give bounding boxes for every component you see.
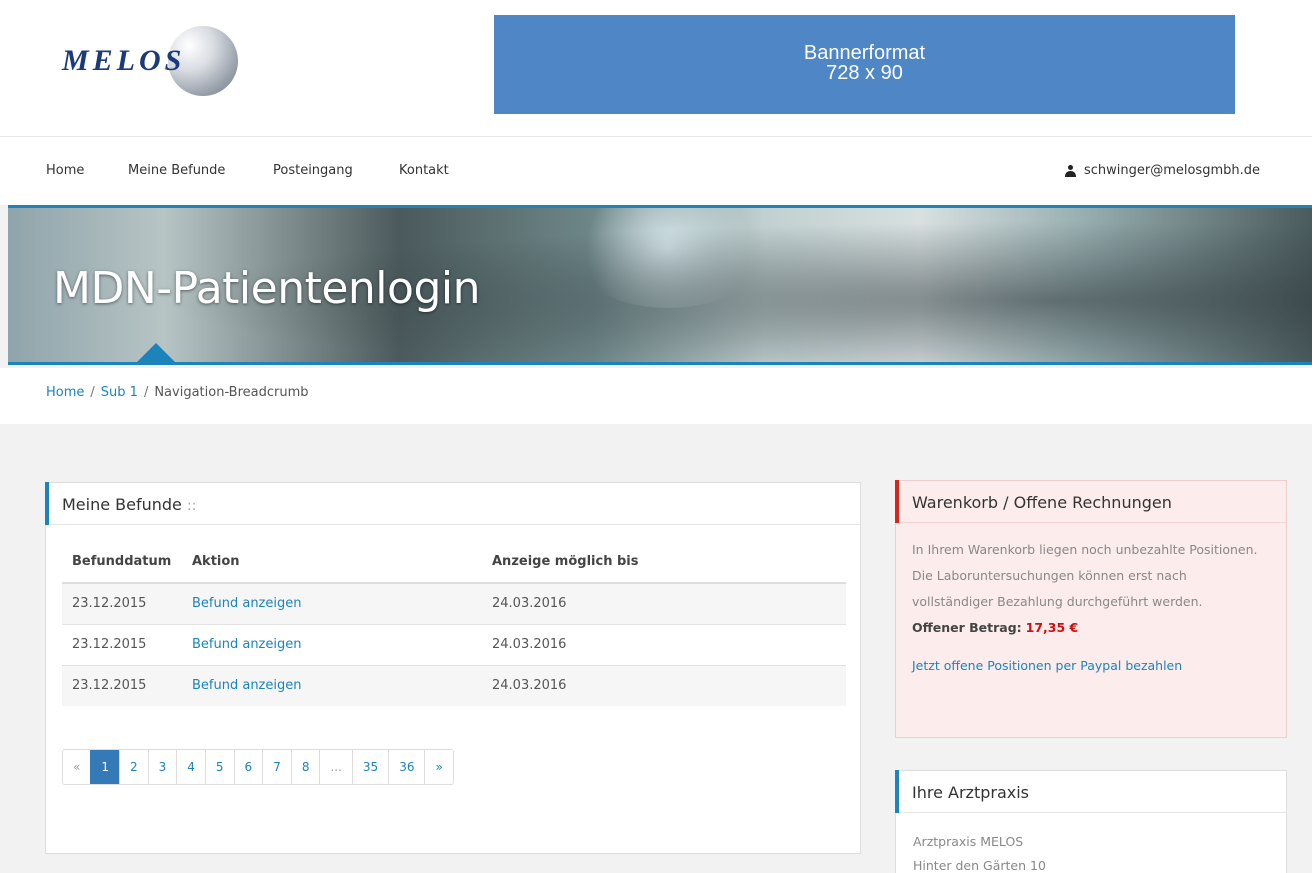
breadcrumb-home[interactable]: Home	[46, 385, 84, 400]
user-account[interactable]: schwinger@melosgmbh.de	[1064, 163, 1260, 178]
nav-item-kontakt[interactable]: Kontakt	[399, 163, 449, 178]
cell-date: 23.12.2015	[62, 664, 182, 706]
cell-until: 24.03.2016	[482, 664, 846, 706]
befund-anzeigen-link[interactable]: Befund anzeigen	[192, 637, 301, 652]
user-icon	[1064, 164, 1076, 177]
nav-item-home[interactable]: Home	[46, 163, 84, 178]
praxis-line-1: Arztpraxis MELOS	[913, 834, 1024, 849]
banner-line-2: 728 x 90	[826, 62, 903, 84]
pagination-page-3[interactable]: 3	[147, 750, 177, 784]
breadcrumb-separator: /	[90, 385, 95, 400]
cart-amount-label: Offener Betrag:	[912, 620, 1022, 635]
pagination: « 1 2 3 4 5 6 7 8 ... 35 36 »	[62, 749, 454, 785]
table-row: 23.12.2015 Befund anzeigen 24.03.2016	[62, 623, 846, 665]
cart-body: In Ihrem Warenkorb liegen noch unbezahlt…	[896, 523, 1286, 679]
breadcrumb-sub1[interactable]: Sub 1	[101, 385, 138, 400]
befund-anzeigen-link[interactable]: Befund anzeigen	[192, 596, 301, 611]
hero-banner: MDN-Patientenlogin	[8, 205, 1312, 365]
user-email: schwinger@melosgmbh.de	[1083, 163, 1260, 178]
praxis-title: Ihre Arztpraxis	[912, 783, 1029, 802]
column-header-anzeige: Anzeige möglich bis	[482, 541, 846, 584]
pagination-next[interactable]: »	[424, 750, 453, 784]
site-header: MELOS Bannerformat 728 x 90	[0, 0, 1312, 137]
breadcrumb-current: Navigation-Breadcrumb	[154, 385, 309, 400]
pagination-ellipsis: ...	[319, 750, 352, 784]
pagination-page-2[interactable]: 2	[118, 750, 148, 784]
pagination-page-6[interactable]: 6	[233, 750, 263, 784]
cell-date: 23.12.2015	[62, 623, 182, 665]
befund-anzeigen-link[interactable]: Befund anzeigen	[192, 678, 301, 693]
table-header-row: Befunddatum Aktion Anzeige möglich bis	[62, 541, 846, 584]
table-row: 23.12.2015 Befund anzeigen 24.03.2016	[62, 664, 846, 706]
cart-text: In Ihrem Warenkorb liegen noch unbezahlt…	[912, 542, 1258, 609]
pagination-page-36[interactable]: 36	[388, 750, 425, 784]
praxis-panel: Ihre Arztpraxis Arztpraxis MELOS Hinter …	[895, 770, 1287, 873]
page-title: MDN-Patientenlogin	[53, 263, 480, 314]
column-header-befunddatum: Befunddatum	[62, 541, 182, 584]
pagination-page-1[interactable]: 1	[90, 750, 119, 784]
cell-date: 23.12.2015	[62, 582, 182, 624]
column-header-aktion: Aktion	[182, 541, 482, 584]
cart-panel-header: Warenkorb / Offene Rechnungen	[895, 480, 1286, 523]
paypal-pay-link[interactable]: Jetzt offene Positionen per Paypal bezah…	[912, 653, 1270, 679]
breadcrumb-separator: /	[143, 385, 149, 400]
praxis-body: Arztpraxis MELOS Hinter den Gärten 10	[896, 813, 1286, 873]
cell-until: 24.03.2016	[482, 623, 846, 665]
cell-until: 24.03.2016	[482, 582, 846, 624]
cart-amount: 17,35 €	[1025, 620, 1079, 635]
ad-banner[interactable]: Bannerformat 728 x 90	[494, 15, 1235, 114]
melos-logo[interactable]: MELOS	[62, 22, 238, 102]
breadcrumb: Home / Sub 1 / Navigation-Breadcrumb	[0, 368, 1312, 424]
table-row: 23.12.2015 Befund anzeigen 24.03.2016	[62, 582, 846, 624]
banner-line-1: Bannerformat	[803, 42, 926, 64]
pagination-page-8[interactable]: 8	[290, 750, 320, 784]
befunde-title-suffix: ::	[187, 498, 197, 514]
pagination-page-35[interactable]: 35	[351, 750, 389, 784]
pagination-page-4[interactable]: 4	[176, 750, 205, 784]
logo-text: MELOS	[62, 44, 186, 77]
cart-title: Warenkorb / Offene Rechnungen	[912, 493, 1172, 512]
befunde-panel: Meine Befunde :: Befunddatum Aktion Anze…	[45, 482, 861, 854]
hero-pointer	[136, 343, 176, 362]
befunde-table: Befunddatum Aktion Anzeige möglich bis 2…	[62, 541, 846, 706]
nav-item-posteingang[interactable]: Posteingang	[273, 163, 353, 178]
befunde-title: Meine Befunde	[62, 495, 182, 514]
praxis-panel-header: Ihre Arztpraxis	[895, 770, 1286, 813]
praxis-line-2: Hinter den Gärten 10	[913, 858, 1046, 873]
main-nav: Home Meine Befunde Posteingang Kontakt s…	[0, 137, 1312, 205]
pagination-page-7[interactable]: 7	[262, 750, 291, 784]
cart-amount-line: Offener Betrag: 17,35 €	[912, 615, 1270, 641]
nav-item-meine-befunde[interactable]: Meine Befunde	[128, 163, 225, 178]
pagination-prev[interactable]: «	[63, 750, 91, 784]
cart-panel: Warenkorb / Offene Rechnungen In Ihrem W…	[895, 480, 1287, 738]
pagination-page-5[interactable]: 5	[204, 750, 234, 784]
befunde-panel-header: Meine Befunde ::	[45, 482, 860, 525]
